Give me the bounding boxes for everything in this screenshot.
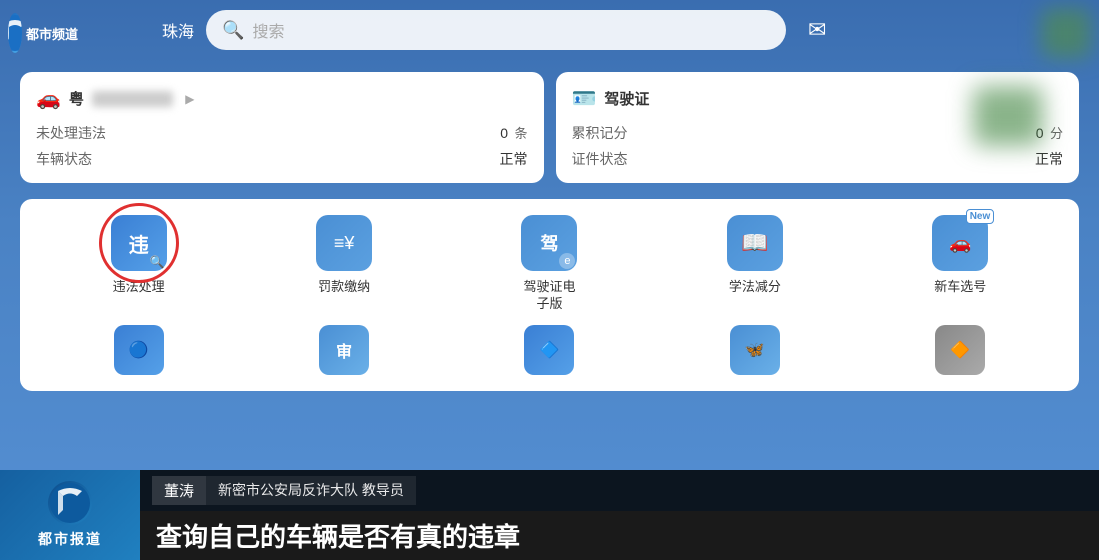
plate-arrow-icon: ▶ (185, 92, 194, 106)
row2-icon-1: 🔵 (114, 325, 164, 375)
fine-label: 罚款缴纳 (318, 279, 370, 296)
person-name: 董涛 (152, 476, 206, 505)
services-grid-row2: 🔵 审 🔷 🦋 🔶 (36, 325, 1063, 375)
bottom-channel-logo: 都市报道 (0, 470, 140, 560)
app-background: 都市频道 珠海 🔍 搜索 ✉ 🚗 粤 XXXXXXX ▶ 未处理违法 (0, 0, 1099, 560)
vehicle-card[interactable]: 🚗 粤 XXXXXXX ▶ 未处理违法 0 条 车辆状态 正常 (20, 72, 544, 183)
violations-label: 未处理违法 (36, 123, 106, 143)
study-icon: 📖 (741, 230, 768, 256)
service-row2-1[interactable]: 🔵 (94, 325, 184, 375)
main-subtitle-row: 查询自己的车辆是否有真的违章 (0, 511, 1099, 560)
vehicle-card-header: 🚗 粤 XXXXXXX ▶ (36, 86, 528, 111)
bottom-logo-circle (48, 481, 92, 525)
search-bar[interactable]: 🔍 搜索 (206, 10, 786, 50)
license-digital-icon: 驾 (540, 230, 558, 256)
license-title: 驾驶证 (604, 88, 649, 109)
new-badge: New (966, 209, 995, 224)
subtitle-row: 董涛 新密市公安局反诈大队 教导员 (0, 470, 1099, 511)
main-subtitle-text: 查询自己的车辆是否有真的违章 (156, 517, 520, 554)
mail-icon[interactable]: ✉ (808, 17, 826, 43)
bottom-channel-name: 都市报道 (38, 529, 102, 549)
violations-unit: 条 (514, 126, 527, 141)
person-info: 董涛 新密市公安局反诈大队 教导员 (152, 476, 416, 505)
plate-prefix: 粤 (69, 88, 84, 109)
service-violation[interactable]: 违 🔍 违法处理 (94, 215, 184, 313)
service-row2-4[interactable]: 🦋 (710, 325, 800, 375)
violation-search-icon: 🔍 (150, 255, 165, 269)
new-car-icon: 🚗 (949, 233, 971, 254)
vehicle-status-label: 车辆状态 (36, 149, 92, 169)
bottom-bar: 董涛 新密市公安局反诈大队 教导员 查询自己的车辆是否有真的违章 都市报道 (0, 470, 1099, 560)
license-icon: 🪪 (572, 86, 597, 111)
violation-icon: 违 (129, 229, 149, 258)
row2-label-2: 审 (336, 338, 352, 362)
vehicle-icon: 🚗 (36, 86, 61, 111)
top-bar: 珠海 🔍 搜索 ✉ (0, 0, 1099, 60)
services-card: 违 🔍 违法处理 ≡¥ 罚款缴纳 驾 e 驾驶证电子版 (20, 199, 1079, 391)
service-study[interactable]: 📖 学法减分 (710, 215, 800, 313)
fine-icon-wrap: ≡¥ (316, 215, 372, 271)
vehicle-status-value: 正常 (500, 149, 528, 169)
license-blur-overlay (973, 86, 1043, 146)
plate-number-blurred: XXXXXXX (92, 91, 173, 107)
service-row2-2[interactable]: 审 (299, 325, 389, 375)
license-digital-icon-wrap: 驾 e (521, 215, 577, 271)
service-row2-3[interactable]: 🔷 (504, 325, 594, 375)
violation-icon-wrap: 违 🔍 (111, 215, 167, 271)
cards-row: 🚗 粤 XXXXXXX ▶ 未处理违法 0 条 车辆状态 正常 (0, 64, 1099, 191)
violations-row: 未处理违法 0 条 (36, 123, 528, 143)
service-fine[interactable]: ≡¥ 罚款缴纳 (299, 215, 389, 313)
digital-badge-icon: e (559, 253, 575, 269)
service-row2-5[interactable]: 🔶 (915, 325, 1005, 375)
points-label: 累积记分 (572, 123, 628, 143)
service-license-digital[interactable]: 驾 e 驾驶证电子版 (504, 215, 594, 313)
study-label: 学法减分 (729, 279, 781, 296)
vehicle-status-row: 车辆状态 正常 (36, 149, 528, 169)
violations-value: 0 (500, 125, 508, 141)
person-title: 新密市公安局反诈大队 教导员 (206, 476, 416, 505)
new-car-icon-wrap: 🚗 New (932, 215, 988, 271)
points-unit: 分 (1050, 126, 1063, 141)
license-status-label: 证件状态 (572, 149, 628, 169)
location-label: 珠海 (162, 18, 194, 42)
services-grid-row1: 违 🔍 违法处理 ≡¥ 罚款缴纳 驾 e 驾驶证电子版 (36, 215, 1063, 313)
license-status-value: 正常 (1035, 149, 1063, 169)
vehicle-info-rows: 未处理违法 0 条 车辆状态 正常 (36, 123, 528, 169)
search-icon: 🔍 (222, 20, 244, 41)
license-status-row: 证件状态 正常 (572, 149, 1064, 169)
row2-icon-3: 🔷 (524, 325, 574, 375)
license-digital-label: 驾驶证电子版 (523, 279, 575, 313)
new-car-label: 新车选号 (934, 279, 986, 296)
license-card[interactable]: 🪪 驾驶证 累积记分 0 分 证件状态 正常 (556, 72, 1080, 183)
row2-icon-5: 🔶 (935, 325, 985, 375)
row2-icon-2: 审 (319, 325, 369, 375)
fine-icon: ≡¥ (334, 233, 355, 254)
service-new-car[interactable]: 🚗 New 新车选号 (915, 215, 1005, 313)
study-icon-wrap: 📖 (727, 215, 783, 271)
search-placeholder: 搜索 (252, 18, 284, 42)
row2-icon-4: 🦋 (730, 325, 780, 375)
